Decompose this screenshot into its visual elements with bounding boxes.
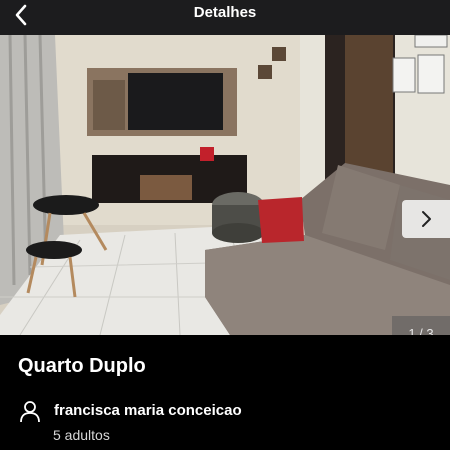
guest-capacity: 5 adultos [53, 427, 110, 443]
image-counter: 1 / 3 [392, 316, 450, 335]
person-icon [20, 401, 40, 423]
host-name: francisca maria conceicao [54, 402, 242, 419]
room-photo-image [0, 35, 450, 335]
top-bar: Detalhes [0, 0, 450, 35]
chevron-right-icon [422, 211, 431, 227]
page-title: Detalhes [193, 4, 257, 21]
room-name: Quarto Duplo [18, 355, 146, 377]
host-row: francisca maria conceicao [18, 398, 242, 424]
next-image-button[interactable] [402, 200, 450, 238]
room-photo[interactable]: 1 / 3 [0, 35, 450, 335]
